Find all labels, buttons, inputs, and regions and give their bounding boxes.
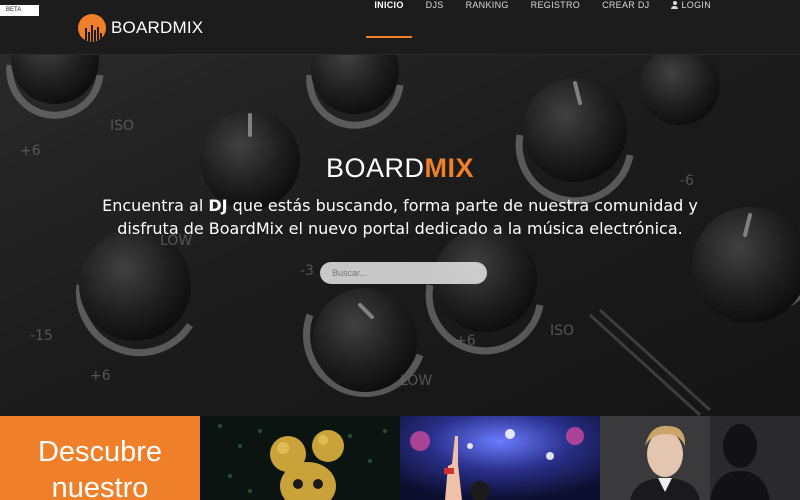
hero-title-board: BOARD: [325, 153, 425, 183]
search-input[interactable]: [320, 262, 487, 284]
page: BETA BOARDMIX INICIO DJS RANKING REGISTR…: [0, 0, 800, 500]
hero-text-1: Encuentra al: [102, 196, 209, 215]
user-icon: [671, 1, 679, 9]
dj-portrait-image: [600, 416, 800, 500]
hero-description: Encuentra al DJ que estás buscando, form…: [100, 194, 700, 240]
logo-text-board: BOARD: [111, 18, 173, 37]
main-nav: INICIO DJS RANKING REGISTRO CREAR DJ LOG…: [363, 0, 722, 55]
logo-equalizer-icon: [78, 14, 106, 42]
dj-mouse-helmet-image: [200, 416, 400, 500]
nav-item-inicio[interactable]: INICIO: [363, 0, 414, 55]
discover-text: Descubre nuestro: [37, 436, 163, 500]
beta-badge: BETA: [0, 5, 39, 16]
nav-item-login[interactable]: LOGIN: [660, 0, 722, 55]
dj-concert-image: [400, 416, 600, 500]
discover-tile[interactable]: Descubre nuestro: [0, 416, 200, 500]
logo-text: BOARDMIX: [111, 18, 203, 38]
navbar: BOARDMIX INICIO DJS RANKING REGISTRO CRE…: [0, 0, 800, 55]
hero-text-bold: DJ: [208, 196, 228, 215]
hero-title-mix: MIX: [424, 153, 475, 183]
nav-item-crear-dj[interactable]: CREAR DJ: [591, 0, 660, 55]
dj-photo-tile-2[interactable]: [400, 416, 600, 500]
logo[interactable]: BOARDMIX: [78, 13, 203, 43]
hero-title: BOARDMIX: [0, 153, 800, 184]
logo-text-mix: MIX: [172, 18, 204, 37]
login-label: LOGIN: [681, 0, 711, 10]
hero-section: +6 ISO LOW -3 +6 ISO +6 -15 LOW -6 BOARDMIX E…: [0, 55, 800, 416]
nav-item-djs[interactable]: DJS: [415, 0, 455, 55]
nav-item-ranking[interactable]: RANKING: [455, 0, 520, 55]
dj-photo-tile-3[interactable]: [600, 416, 800, 500]
feature-tiles: Descubre nuestro: [0, 416, 800, 500]
nav-item-registro[interactable]: REGISTRO: [520, 0, 591, 55]
dj-photo-tile-1[interactable]: [200, 416, 400, 500]
